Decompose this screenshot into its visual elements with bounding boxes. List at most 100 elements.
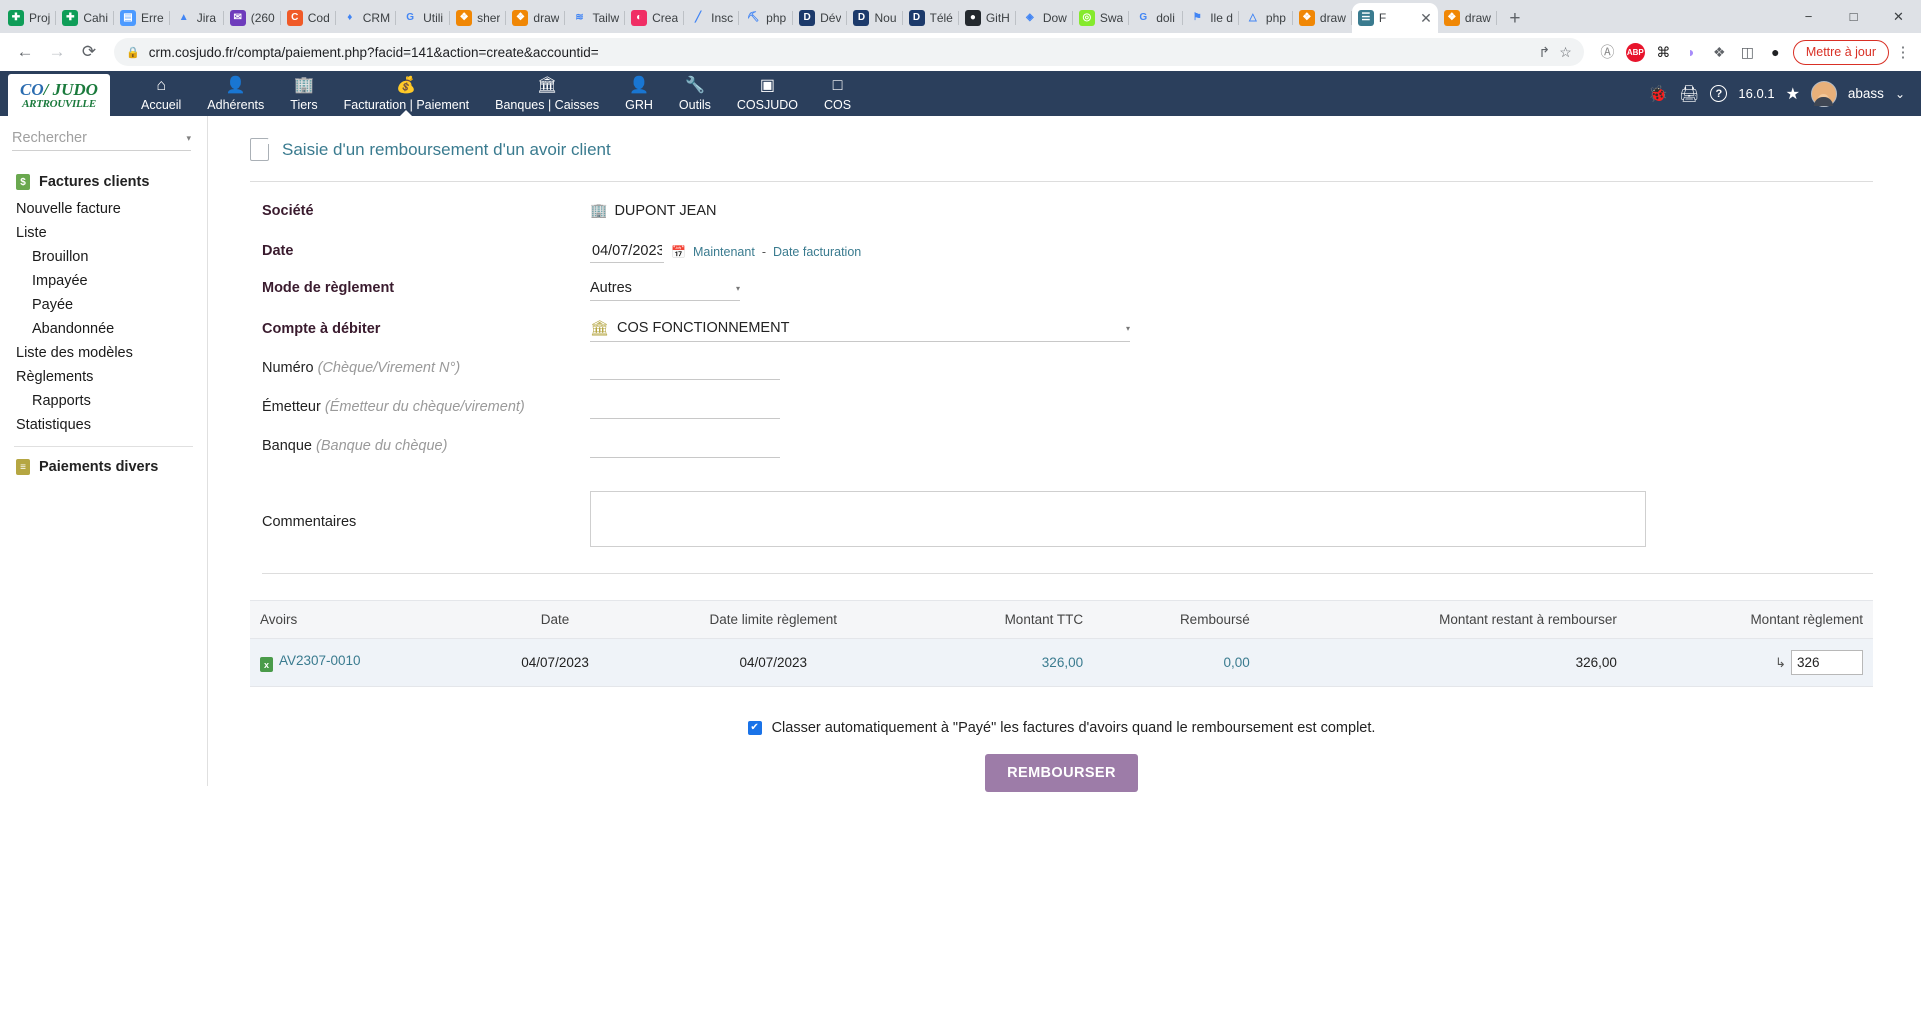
auto-classify-row[interactable]: ✔ Classer automatiquement à "Payé" les f… xyxy=(747,720,1375,736)
close-window-button[interactable]: ✕ xyxy=(1876,0,1921,33)
browser-tab[interactable]: D Télé xyxy=(903,3,959,33)
reload-button[interactable]: ⟳ xyxy=(74,37,104,67)
browser-tab[interactable]: ❖ draw xyxy=(1293,3,1352,33)
sidebar-item-impay-e[interactable]: Impayée xyxy=(0,269,207,293)
browser-tab[interactable]: D Dév xyxy=(793,3,848,33)
emetteur-input[interactable] xyxy=(590,397,780,419)
sidebar-item-liste-des-mod-les[interactable]: Liste des modèles xyxy=(0,341,207,365)
sidebar-item-abandonn-e[interactable]: Abandonnée xyxy=(0,317,207,341)
extension-purple-icon[interactable]: ◗ xyxy=(1682,43,1701,62)
browser-tab-label: Cahi xyxy=(83,11,109,25)
forward-button[interactable]: → xyxy=(42,37,72,67)
date-input[interactable] xyxy=(590,241,664,263)
browser-tab[interactable]: ● GitH xyxy=(959,3,1016,33)
browser-tab[interactable]: ▲ Jira xyxy=(170,3,224,33)
sidebar-item-statistiques[interactable]: Statistiques xyxy=(0,413,207,437)
search-input[interactable]: Rechercher xyxy=(12,130,186,146)
browser-tab[interactable]: ♦ CRM xyxy=(336,3,397,33)
nav-item-adh-rents[interactable]: 👤 Adhérents xyxy=(194,71,277,116)
avatar[interactable] xyxy=(1810,80,1837,107)
browser-tab[interactable]: ☰ F ✕ xyxy=(1351,3,1438,33)
bug-icon[interactable]: 🐞 xyxy=(1648,84,1668,104)
sidebar-item-pay-e[interactable]: Payée xyxy=(0,293,207,317)
extension-icons: Ⓐ ABP ⌘ ◗ ❖ ◫ ● xyxy=(1594,42,1785,62)
browser-tab[interactable]: ❖ sher xyxy=(450,3,507,33)
sidebar-item-rapports[interactable]: Rapports xyxy=(0,389,207,413)
address-bar[interactable]: 🔒 crm.cosjudo.fr/compta/paiement.php?fac… xyxy=(114,38,1584,66)
credit-note-link[interactable]: AV2307-0010 xyxy=(279,653,361,668)
browser-tab[interactable]: ▤ Erre xyxy=(114,3,170,33)
nav-item-cos[interactable]: □ COS xyxy=(811,71,864,116)
calendar-icon[interactable]: 📅 xyxy=(671,245,686,259)
browser-tab[interactable]: ❖ draw xyxy=(1438,3,1497,33)
update-button[interactable]: Mettre à jour xyxy=(1792,39,1889,65)
browser-tab[interactable]: ✉ (260 xyxy=(224,3,281,33)
browser-menu-icon[interactable]: ⋮ xyxy=(1895,43,1911,61)
browser-tab[interactable]: ⛏ php xyxy=(739,3,794,33)
browser-tab[interactable]: ✚ Cahi xyxy=(56,3,114,33)
sidebar-item-r-glements[interactable]: Règlements xyxy=(0,365,207,389)
bookmark-star-icon[interactable]: ☆ xyxy=(1559,44,1572,61)
sidebar-section-factures-clients[interactable]: $ Factures clients xyxy=(0,167,207,197)
chevron-down-icon[interactable]: ▾ xyxy=(186,133,191,144)
browser-tab[interactable]: ◈ Dow xyxy=(1016,3,1073,33)
billing-date-link[interactable]: Date facturation xyxy=(773,245,861,259)
nav-item-accueil[interactable]: ⌂ Accueil xyxy=(128,71,194,116)
montant-reglement-input[interactable] xyxy=(1791,650,1863,675)
nav-item-grh[interactable]: 👤 GRH xyxy=(612,71,666,116)
sidebar-item-brouillon[interactable]: Brouillon xyxy=(0,245,207,269)
numero-input[interactable] xyxy=(590,358,780,380)
auto-classify-checkbox[interactable]: ✔ xyxy=(747,721,762,735)
browser-tab[interactable]: △ php xyxy=(1239,3,1293,33)
sidebar-section-paiements-divers[interactable]: ≡ Paiements divers xyxy=(0,452,207,482)
nav-item-facturation-paiement[interactable]: 💰 Facturation | Paiement xyxy=(331,71,483,116)
minimize-button[interactable]: − xyxy=(1786,0,1831,33)
browser-tab[interactable]: ◎ Swa xyxy=(1073,3,1130,33)
browser-tab[interactable]: ❖ draw xyxy=(506,3,566,33)
browser-tab[interactable]: Gdoli xyxy=(1129,3,1184,33)
print-icon[interactable]: 🖨 xyxy=(1679,84,1699,104)
browser-tab[interactable]: ≋ Tailw xyxy=(565,3,625,33)
value-societe[interactable]: DUPONT JEAN xyxy=(614,203,716,219)
help-icon[interactable]: ? xyxy=(1710,85,1728,102)
label-commentaires: Commentaires xyxy=(262,514,357,530)
user-name-label[interactable]: abass xyxy=(1848,86,1884,101)
browser-tab[interactable]: C Cod xyxy=(281,3,336,33)
cell-credit-note-ref: x AV2307-0010 xyxy=(250,638,474,687)
nav-item-banques-caisses[interactable]: 🏛 Banques | Caisses xyxy=(482,71,612,116)
sidebar-item-liste[interactable]: Liste xyxy=(0,221,207,245)
pocket-icon[interactable]: Ⓐ xyxy=(1598,43,1617,62)
adblock-icon[interactable]: ABP xyxy=(1625,42,1645,62)
new-tab-button[interactable]: + xyxy=(1501,5,1529,33)
rembourser-button[interactable]: REMBOURSER xyxy=(985,754,1138,792)
banque-input[interactable] xyxy=(590,436,780,458)
nav-item-outils[interactable]: 🔧 Outils xyxy=(666,71,724,116)
now-link[interactable]: Maintenant xyxy=(693,245,755,259)
share-icon[interactable]: ↱ xyxy=(1539,44,1551,61)
table-header-cell: Date limite règlement xyxy=(636,600,911,639)
puzzle-icon[interactable]: ❖ xyxy=(1710,43,1729,62)
nav-item-cosjudo[interactable]: ▣ COSJUDO xyxy=(724,71,811,116)
user-menu-caret-icon[interactable]: ⌄ xyxy=(1895,87,1905,101)
sidepanel-icon[interactable]: ◫ xyxy=(1738,43,1757,62)
compte-debiter-select[interactable]: 🏛 COS FONCTIONNEMENT ▾ xyxy=(590,319,1130,342)
close-tab-icon[interactable]: ✕ xyxy=(1420,10,1432,27)
browser-tab[interactable]: ⚑ Ile d xyxy=(1183,3,1239,33)
sidebar-search[interactable]: Rechercher ▾ xyxy=(12,130,191,151)
profile-dark-icon[interactable]: ● xyxy=(1766,43,1785,62)
commentaires-textarea[interactable] xyxy=(590,491,1646,547)
browser-tab[interactable]: ◐ Crea xyxy=(625,3,685,33)
nav-item-tiers[interactable]: 🏢 Tiers xyxy=(277,71,330,116)
mode-reglement-select[interactable]: Autres ▾ xyxy=(590,280,740,301)
browser-tab[interactable]: D Nou xyxy=(847,3,903,33)
cell-montant-reglement: ↳ xyxy=(1626,638,1873,687)
maximize-button[interactable]: □ xyxy=(1831,0,1876,33)
browser-tab[interactable]: ╱ Insc xyxy=(684,3,740,33)
browser-tab[interactable]: ✚ Proj xyxy=(2,3,57,33)
app-logo[interactable]: CO/ JUDO ARTROUVILLE xyxy=(8,74,110,116)
extension-orange-icon[interactable]: ⌘ xyxy=(1654,43,1673,62)
sidebar-item-nouvelle-facture[interactable]: Nouvelle facture xyxy=(0,197,207,221)
back-button[interactable]: ← xyxy=(10,37,40,67)
browser-tab[interactable]: G Utili xyxy=(396,3,451,33)
favorites-star-icon[interactable]: ★ xyxy=(1786,84,1800,104)
